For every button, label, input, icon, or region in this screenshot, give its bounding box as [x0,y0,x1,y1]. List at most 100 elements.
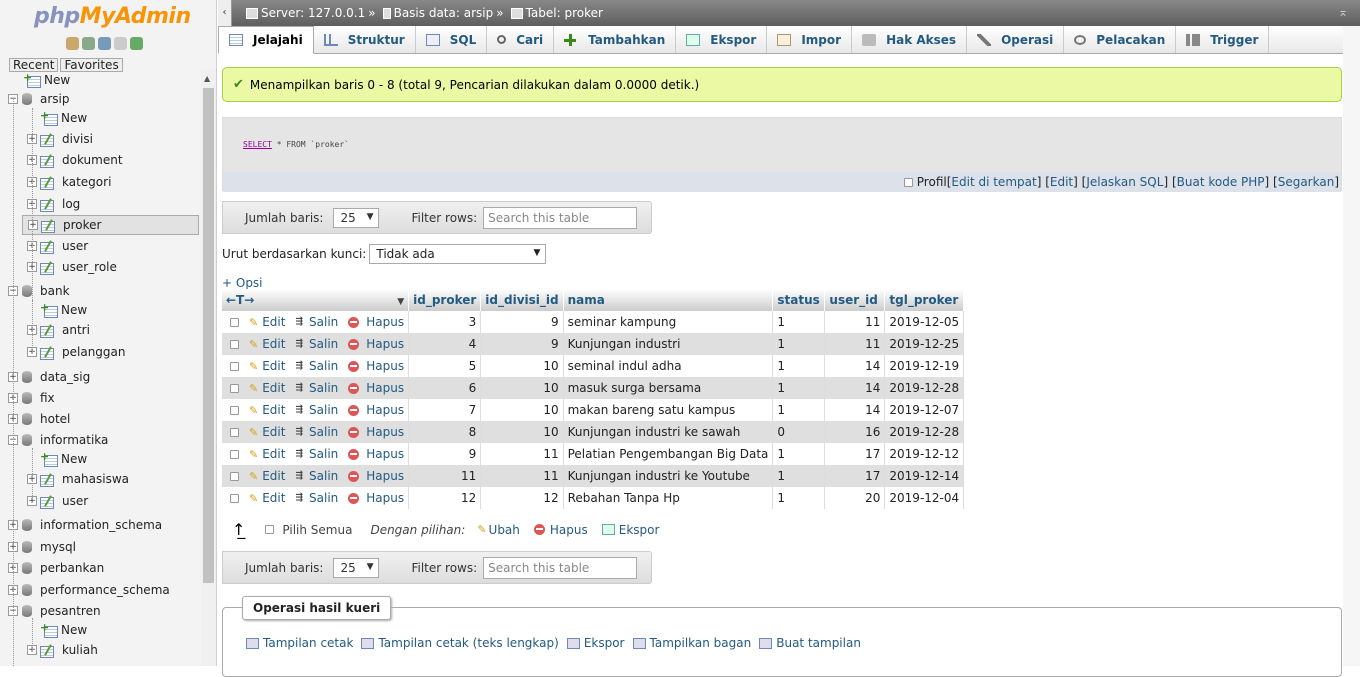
sidebar-scrollbar[interactable]: ▲ [201,70,216,666]
delete-button[interactable]: Hapus [366,425,404,439]
query-op-tampilkan-bagan[interactable]: Tampilkan bagan [632,636,751,650]
cell-nama[interactable]: masuk surga bersama [563,377,774,399]
edit-button[interactable]: Edit [262,337,285,351]
select-all-label[interactable]: Pilih Semua [282,523,352,537]
delete-button[interactable]: Hapus [366,447,404,461]
tab-hak-akses[interactable]: Hak Akses [852,26,968,53]
copy-button[interactable]: Salin [309,359,338,373]
sql-link-edit-di-tempat[interactable]: Edit di tempat [951,175,1036,189]
rows-select[interactable]: 25 ▼ [333,207,380,228]
sql-link-buat-kode-php[interactable]: Buat kode PHP [1177,175,1265,189]
cell-status[interactable]: 1 [772,465,826,487]
tab-sql[interactable]: SQL [416,26,488,53]
tree-item-mahasiswa[interactable]: + mahasiswa [27,469,129,489]
edit-button[interactable]: Edit [262,359,285,373]
cell-tgl-proker[interactable]: 2019-12-19 [884,355,965,377]
copy-button[interactable]: Salin [309,381,338,395]
edit-button[interactable]: Edit [262,381,285,395]
copy-button[interactable]: Salin [309,491,338,505]
tab-pelacakan[interactable]: Pelacakan [1064,26,1177,53]
breadcrumb-server[interactable]: Server: 127.0.0.1» [246,6,379,20]
tab-trigger[interactable]: Trigger [1176,26,1270,53]
tree-item-New[interactable]: New [27,620,87,640]
cell-nama[interactable]: Kunjungan industri ke Youtube [563,465,774,487]
options-link[interactable]: + Opsi [222,276,263,290]
tree-item-antri[interactable]: + antri [27,320,90,340]
cell-id-proker[interactable]: 7 [408,399,482,421]
tab-ekspor[interactable]: Ekspor [676,26,768,53]
column-resize-arrows-icon[interactable]: ←T→ [226,293,254,307]
tree-item-user[interactable]: + user [27,491,88,511]
cell-status[interactable]: 1 [772,487,826,509]
scroll-up-icon[interactable]: ▲ [204,74,210,83]
copy-button[interactable]: Salin [309,469,338,483]
tree-item-performance-schema[interactable]: + performance_schema [8,580,170,600]
row-checkbox[interactable] [230,317,239,327]
cell-tgl-proker[interactable]: 2019-12-28 [884,421,965,443]
cell-id-divisi-id[interactable]: 10 [480,421,564,443]
edit-button[interactable]: Edit [262,491,285,505]
expand-toggle-icon[interactable]: + [28,220,38,230]
sql-link-segarkan[interactable]: Segarkan [1278,175,1335,189]
cell-status[interactable]: 1 [772,333,826,355]
breadcrumb-database[interactable]: Basis data: arsip» [382,6,507,20]
edit-button[interactable]: Edit [262,403,285,417]
row-checkbox[interactable] [230,471,239,481]
tree-item-arsip[interactable]: − arsip [8,89,70,109]
tree-item-informatika[interactable]: − informatika [8,430,108,450]
cell-user-id[interactable]: 20 [824,487,886,509]
help-icon[interactable] [98,37,111,50]
cell-id-proker[interactable]: 12 [408,487,482,509]
delete-button[interactable]: Hapus [366,315,404,329]
cell-nama[interactable]: Kunjungan industri ke sawah [563,421,774,443]
tree-item-dokument[interactable]: + dokument [27,150,123,170]
cell-tgl-proker[interactable]: 2019-12-25 [884,333,965,355]
cell-id-divisi-id[interactable]: 9 [480,333,564,355]
tree-item-New[interactable]: New [27,300,87,320]
cell-nama[interactable]: Pelatian Pengembangan Big Data [563,443,774,465]
column-header-tgl-proker[interactable]: tgl_proker [884,289,965,311]
delete-button[interactable]: Hapus [366,491,404,505]
breadcrumb-table[interactable]: Tabel: proker [510,6,603,20]
tree-item-kategori[interactable]: + kategori [27,172,111,192]
cell-user-id[interactable]: 14 [824,377,886,399]
cell-id-divisi-id[interactable]: 11 [480,443,564,465]
sql-link-edit[interactable]: Edit [1050,175,1073,189]
filter-input[interactable]: Search this table [483,206,638,229]
reload-icon[interactable] [130,37,143,50]
edit-button[interactable]: Edit [262,447,285,461]
tree-item-fix[interactable]: + fix [8,388,55,408]
cell-id-proker[interactable]: 5 [408,355,482,377]
row-checkbox[interactable] [230,405,239,415]
maximize-icon[interactable]: ⌅ [1338,5,1348,19]
row-checkbox[interactable] [230,449,239,459]
tree-item-New[interactable]: New [27,108,87,128]
cell-nama[interactable]: makan bareng satu kampus [563,399,774,421]
cell-tgl-proker[interactable]: 2019-12-05 [884,311,965,333]
tree-item-proker[interactable]: + proker [22,215,199,235]
cell-id-proker[interactable]: 3 [408,311,482,333]
column-header-id-proker[interactable]: id_proker [408,289,482,311]
tree-item-user-role[interactable]: + user_role [27,257,117,277]
tree-item-New[interactable]: New [27,449,87,469]
edit-button[interactable]: Edit [262,315,285,329]
cell-tgl-proker[interactable]: 2019-12-12 [884,443,965,465]
cell-id-proker[interactable]: 6 [408,377,482,399]
column-header-id-divisi-id[interactable]: id_divisi_id [480,289,564,311]
sort-select[interactable]: Tidak ada ▼ [369,244,547,264]
column-header-user-id[interactable]: user_id [824,289,886,311]
copy-button[interactable]: Salin [309,403,338,417]
tree-item-pesantren[interactable]: − pesantren [8,601,101,621]
profil-checkbox[interactable] [903,177,913,187]
edit-button[interactable]: Edit [262,469,285,483]
cell-user-id[interactable]: 17 [824,465,886,487]
logout-icon[interactable] [82,37,95,50]
cell-id-proker[interactable]: 9 [408,443,482,465]
cell-user-id[interactable]: 16 [824,421,886,443]
tree-item-hotel[interactable]: + hotel [8,409,70,429]
copy-button[interactable]: Salin [309,447,338,461]
sql-link-jelaskan-sql[interactable]: Jelaskan SQL [1086,175,1163,189]
cell-id-divisi-id[interactable]: 10 [480,355,564,377]
cell-status[interactable]: 1 [772,311,826,333]
docs-icon[interactable] [114,37,127,50]
